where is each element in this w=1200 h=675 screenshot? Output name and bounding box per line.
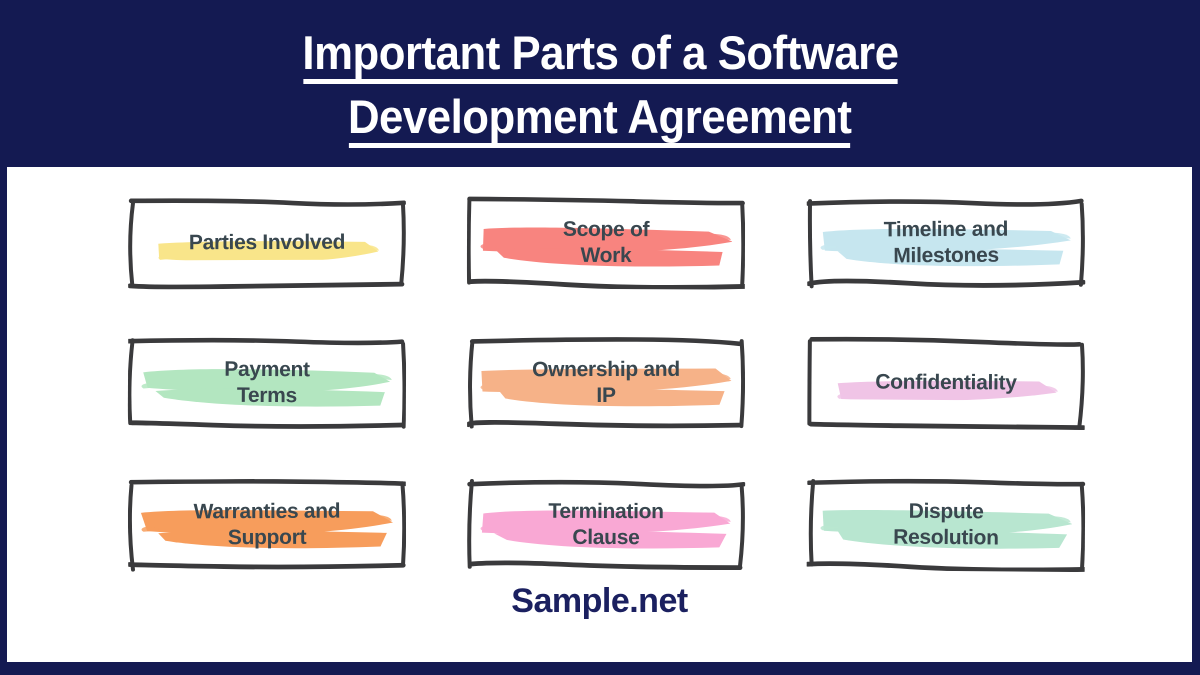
agreement-part-card[interactable]: Payment Terms xyxy=(127,336,407,429)
agreement-part-card[interactable]: Scope of Work xyxy=(466,196,746,290)
agreement-part-card[interactable]: Dispute Resolution xyxy=(806,478,1086,573)
poster: Important Parts of a Software Developmen… xyxy=(0,0,1200,675)
agreement-part-card[interactable]: Warranties and Support xyxy=(127,478,407,572)
agreement-part-card[interactable]: Termination Clause xyxy=(467,478,746,572)
page-title-line-1: Important Parts of a Software xyxy=(302,22,899,86)
card-label: Parties Involved xyxy=(188,230,346,255)
page-title-line-2: Development Agreement xyxy=(348,86,852,150)
card-label: Confidentiality xyxy=(875,370,1017,395)
card-grid: Parties Involved Scope of Work Timeline … xyxy=(7,167,1192,577)
agreement-part-card[interactable]: Confidentiality xyxy=(807,336,1086,430)
agreement-part-card[interactable]: Ownership and IP xyxy=(466,337,746,430)
card-label: Warranties and Support xyxy=(193,499,341,550)
card-label: Termination Clause xyxy=(548,499,664,550)
card-label: Timeline and Milestones xyxy=(883,217,1009,268)
card-label: Ownership and IP xyxy=(532,357,680,408)
content-canvas: Parties Involved Scope of Work Timeline … xyxy=(7,167,1192,662)
brand-footer: Sample.net xyxy=(511,582,688,620)
card-label: Payment Terms xyxy=(224,357,310,408)
card-label: Scope of Work xyxy=(562,217,650,268)
card-label: Dispute Resolution xyxy=(893,499,999,550)
agreement-part-card[interactable]: Parties Involved xyxy=(127,197,407,290)
agreement-part-card[interactable]: Timeline and Milestones xyxy=(806,196,1086,290)
header-band: Important Parts of a Software Developmen… xyxy=(0,0,1200,167)
